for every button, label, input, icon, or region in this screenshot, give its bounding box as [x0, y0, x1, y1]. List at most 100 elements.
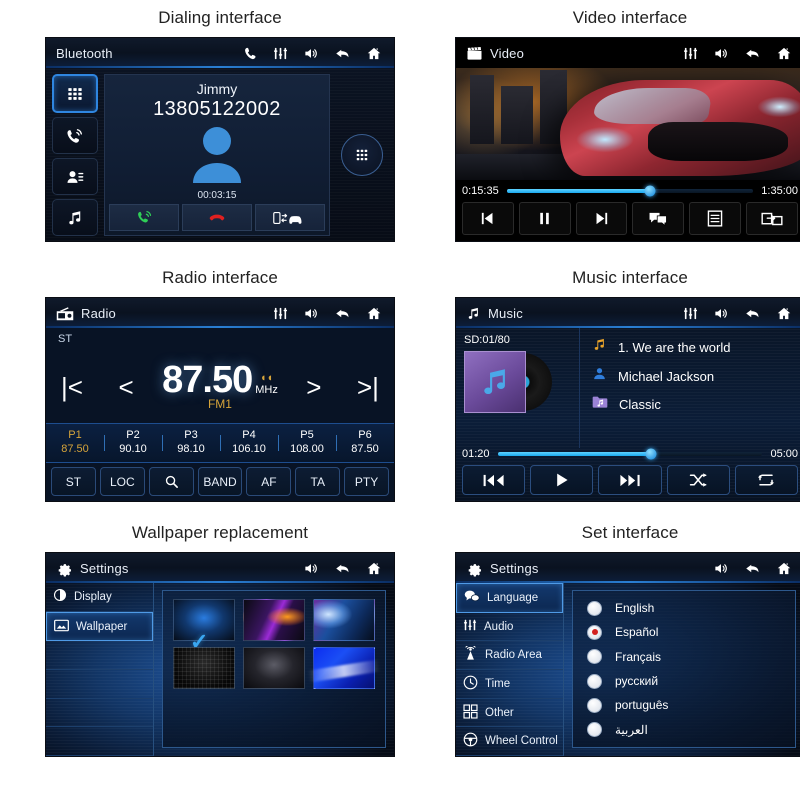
contacts-icon[interactable]	[52, 158, 98, 195]
pty-button[interactable]: PTY	[344, 467, 390, 496]
menu-item-radio-area[interactable]: Radio Area	[456, 641, 563, 671]
tune-up-icon[interactable]: >	[296, 364, 332, 410]
menu-item-language[interactable]: Language	[456, 583, 563, 613]
repeat-icon[interactable]	[734, 465, 799, 495]
shuffle-icon[interactable]	[666, 465, 730, 495]
home-icon[interactable]	[365, 306, 383, 321]
home-icon[interactable]	[365, 46, 383, 61]
radio-button-icon[interactable]	[587, 624, 602, 640]
home-icon[interactable]	[365, 561, 383, 576]
language-option[interactable]: العربية	[587, 722, 795, 738]
back-icon[interactable]	[743, 561, 762, 576]
menu-item-display[interactable]: Display	[46, 583, 153, 612]
music-note-icon[interactable]	[52, 199, 98, 236]
call-log-icon[interactable]	[52, 117, 98, 154]
previous-icon[interactable]	[462, 465, 526, 495]
radio-body: ST |< < 87.50 ◖◖ MHz FM1 > >| P1 87.50 P…	[46, 328, 394, 501]
seek-last-icon[interactable]: >|	[350, 364, 386, 410]
video-progress-bar[interactable]	[506, 185, 754, 197]
preset-button[interactable]: P4 106.10	[220, 429, 278, 457]
menu-item-wheel-control[interactable]: Wheel Control	[456, 727, 563, 756]
end-call-icon[interactable]	[182, 204, 252, 231]
folder-music-icon	[592, 395, 608, 414]
menu-item-time[interactable]: Time	[456, 670, 563, 699]
panel-music: Music interface Music SD:01/80 1. We are…	[440, 268, 800, 523]
language-option[interactable]: Español	[587, 624, 795, 640]
language-option[interactable]: English	[587, 600, 795, 616]
radio-button-icon[interactable]	[587, 600, 602, 616]
st-button[interactable]: ST	[51, 467, 96, 496]
pause-icon[interactable]	[518, 202, 571, 235]
dialpad-icon[interactable]	[341, 134, 383, 176]
language-option[interactable]: русский	[587, 673, 795, 689]
volume-icon[interactable]	[712, 561, 730, 576]
wallpaper-thumbnail[interactable]	[313, 599, 375, 641]
video-stage[interactable]	[456, 68, 800, 180]
ta-button[interactable]: TA	[295, 467, 341, 496]
volume-icon[interactable]	[302, 306, 320, 321]
music-progress-knob[interactable]	[645, 448, 657, 460]
dialing-side	[336, 74, 388, 236]
menu-item-audio[interactable]: Audio	[456, 613, 563, 642]
volume-icon[interactable]	[302, 46, 320, 61]
wallpaper-thumbnail[interactable]	[243, 647, 305, 689]
equalizer-icon[interactable]	[682, 46, 699, 61]
next-icon[interactable]	[598, 465, 662, 495]
preset-button[interactable]: P6 87.50	[336, 429, 394, 457]
back-icon[interactable]	[333, 561, 352, 576]
loc-button[interactable]: LOC	[99, 467, 145, 496]
tune-down-icon[interactable]: <	[108, 364, 144, 410]
video-progress-knob[interactable]	[644, 185, 656, 197]
back-icon[interactable]	[743, 306, 762, 321]
menu-item-empty[interactable]	[46, 670, 153, 699]
equalizer-icon[interactable]	[272, 306, 289, 321]
back-icon[interactable]	[743, 46, 762, 61]
radio-button-icon[interactable]	[587, 673, 602, 689]
radio-button-icon[interactable]	[587, 722, 602, 738]
search-icon[interactable]	[148, 467, 194, 496]
back-icon[interactable]	[333, 306, 352, 321]
home-icon[interactable]	[775, 306, 793, 321]
band-button[interactable]: BAND	[197, 467, 243, 496]
language-label: English	[615, 601, 655, 616]
keypad-icon[interactable]	[52, 74, 98, 113]
home-icon[interactable]	[775, 561, 793, 576]
wallpaper-thumbnail[interactable]	[243, 599, 305, 641]
menu-item-other[interactable]: Other	[456, 699, 563, 728]
home-icon[interactable]	[775, 46, 793, 61]
subtitle-icon[interactable]	[632, 202, 685, 235]
language-option[interactable]: Français	[587, 649, 795, 665]
next-icon[interactable]	[575, 202, 628, 235]
music-progress-bar[interactable]	[497, 448, 763, 460]
playlist-icon[interactable]	[689, 202, 742, 235]
menu-item-empty[interactable]	[46, 727, 153, 756]
radio-button-icon[interactable]	[587, 697, 602, 713]
menu-item-empty[interactable]	[46, 641, 153, 671]
wallpaper-thumbnail[interactable]	[313, 647, 375, 689]
language-option[interactable]: português	[587, 697, 795, 713]
wallpaper-thumbnail[interactable]: ✓	[173, 599, 235, 654]
equalizer-icon[interactable]	[682, 306, 699, 321]
preset-button[interactable]: P5 108.00	[278, 429, 336, 457]
seek-first-icon[interactable]: |<	[54, 364, 90, 410]
preset-button[interactable]: P2 90.10	[104, 429, 162, 457]
answer-call-icon[interactable]	[109, 204, 179, 231]
previous-icon[interactable]	[462, 202, 514, 235]
screen-mirror-icon[interactable]	[746, 202, 798, 235]
volume-icon[interactable]	[712, 306, 730, 321]
volume-icon[interactable]	[302, 561, 320, 576]
menu-item-empty[interactable]	[46, 699, 153, 728]
preset-button[interactable]: P3 98.10	[162, 429, 220, 457]
wallpaper-thumbnail[interactable]	[173, 647, 235, 689]
volume-icon[interactable]	[712, 46, 730, 61]
af-button[interactable]: AF	[246, 467, 292, 496]
phone-icon[interactable]	[242, 46, 259, 61]
preset-button[interactable]: P1 87.50	[46, 429, 104, 457]
menu-item-wallpaper[interactable]: Wallpaper	[46, 611, 153, 642]
equalizer-icon[interactable]	[272, 46, 289, 61]
back-icon[interactable]	[333, 46, 352, 61]
stereo-indicator: ST	[58, 333, 73, 345]
play-icon[interactable]	[530, 465, 594, 495]
radio-button-icon[interactable]	[587, 649, 602, 665]
transfer-call-icon[interactable]	[255, 204, 325, 231]
